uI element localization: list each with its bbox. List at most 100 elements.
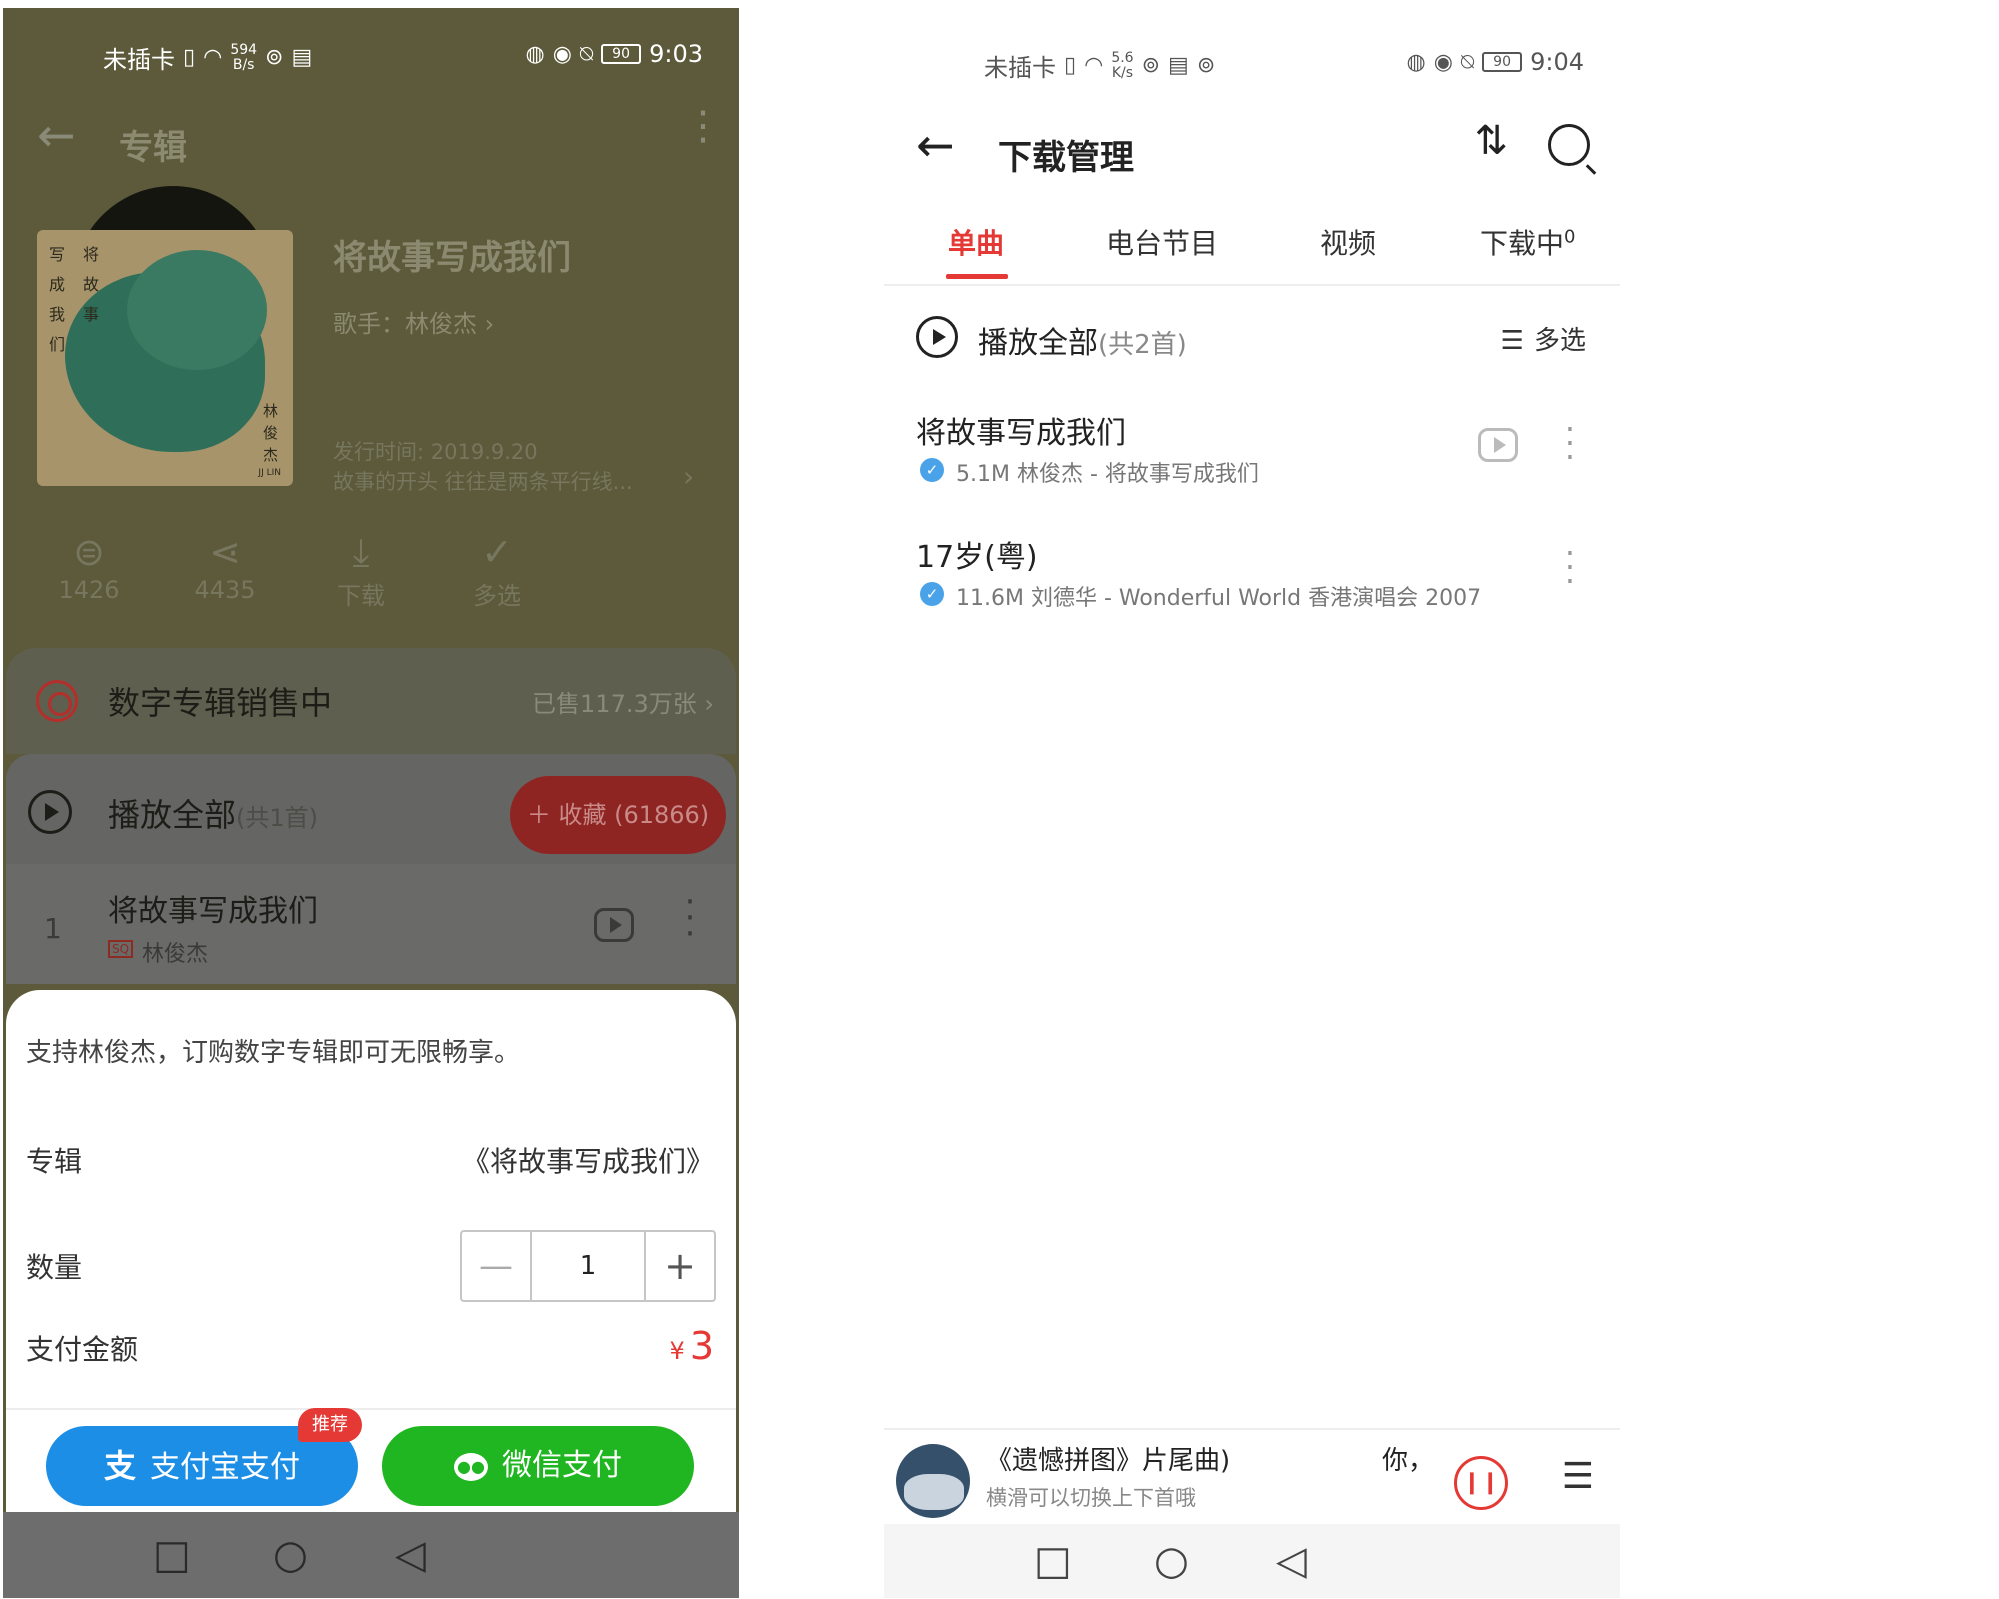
track-name: 将故事写成我们 bbox=[108, 894, 318, 929]
list-icon: ☰ bbox=[1500, 326, 1524, 356]
app-notification-icon: ⊚ bbox=[1141, 53, 1161, 78]
decrease-button[interactable]: — bbox=[462, 1232, 532, 1300]
recents-square-icon[interactable]: □ bbox=[1034, 1540, 1072, 1582]
mini-player[interactable]: 《遗憾拼图》片尾曲) 横滑可以切换上下首哦 你， ❙❙ ☰ bbox=[884, 1428, 1620, 1524]
screenshot-stage: 未插卡 ▯ ◠ 594 B/s ⊚ ▤ ◍ ◉ ⍉ 90 9:03 ← 专辑 ⋮ bbox=[0, 0, 1999, 1599]
increase-button[interactable]: + bbox=[644, 1232, 714, 1300]
quantity-value[interactable]: 1 bbox=[532, 1232, 644, 1300]
multiselect-button[interactable]: ✓ 多选 bbox=[417, 528, 577, 611]
mv-play-icon[interactable] bbox=[1478, 428, 1518, 462]
list-item[interactable]: 17岁(粤) ✓ 11.6M 刘德华 - Wonderful World 香港演… bbox=[884, 532, 1620, 642]
comment-count: 1426 bbox=[58, 576, 120, 604]
album-actions: ⊜ 1426 ⋖ 4435 ⤓ 下载 ✓ 多选 bbox=[3, 528, 739, 628]
download-tabs: 单曲 电台节目 视频 下载中0 bbox=[884, 208, 1620, 286]
back-arrow-icon[interactable]: ← bbox=[37, 108, 76, 162]
status-right: ◍ ◉ ⍉ 90 9:03 bbox=[525, 40, 703, 68]
status-left: 未插卡 ▯ ◠ 5.6 K/s ⊚ ▤ ⊚ bbox=[984, 48, 1215, 83]
recents-square-icon[interactable]: □ bbox=[153, 1534, 191, 1576]
play-all-row: 播放全部(共2首) ☰ 多选 bbox=[884, 304, 1620, 374]
recommend-badge: 推荐 bbox=[298, 1408, 362, 1442]
download-manager-screen: 未插卡 ▯ ◠ 5.6 K/s ⊚ ▤ ⊚ ◍ ◉ ⍉ 90 9:04 ← 下载… bbox=[884, 8, 1620, 1598]
quantity-stepper: — 1 + bbox=[460, 1230, 716, 1302]
song-meta: 11.6M 刘德华 - Wonderful World 香港演唱会 2007 bbox=[956, 586, 1482, 611]
system-nav-bar: □ ○ ◁ bbox=[884, 1524, 1620, 1598]
tab-downloading[interactable]: 下载中0 bbox=[1480, 222, 1575, 262]
list-item[interactable]: 将故事写成我们 ✓ 5.1M 林俊杰 - 将故事写成我们 · · · bbox=[884, 408, 1620, 518]
alipay-logo-icon: 支 bbox=[103, 1447, 136, 1485]
more-vertical-icon[interactable]: · · · bbox=[1564, 537, 1576, 597]
track-number: 1 bbox=[44, 912, 62, 945]
album-artist-link[interactable]: 歌手：林俊杰 › bbox=[333, 304, 494, 339]
speed-unit: K/s bbox=[1111, 64, 1134, 81]
mute-bell-icon: ⍉ bbox=[579, 41, 594, 67]
amount-label: 支付金额 bbox=[26, 1333, 139, 1366]
tab-videos[interactable]: 视频 bbox=[1320, 222, 1376, 262]
app-notification-icon: ⊚ bbox=[265, 45, 284, 70]
collect-button[interactable]: ＋ 收藏 (61866) bbox=[510, 776, 726, 854]
nfc-icon: ◍ bbox=[525, 41, 545, 67]
play-circle-icon[interactable] bbox=[28, 790, 72, 834]
wechat-pay-button[interactable]: ●● 微信支付 bbox=[382, 1426, 694, 1506]
eye-comfort-icon: ◉ bbox=[552, 41, 572, 67]
wechat-pay-label: 微信支付 bbox=[502, 1448, 622, 1483]
app-notification-icon-2: ⊚ bbox=[1196, 53, 1216, 78]
cover-text-col2: 将故事 bbox=[83, 245, 100, 324]
track-row[interactable]: 1 将故事写成我们 SQ 林俊杰 · · · bbox=[6, 864, 736, 984]
now-playing-title: 《遗憾拼图》片尾曲) bbox=[986, 1446, 1231, 1476]
alipay-label: 支付宝支付 bbox=[150, 1450, 300, 1485]
status-left: 未插卡 ▯ ◠ 594 B/s ⊚ ▤ bbox=[103, 40, 312, 75]
network-speed: 594 B/s bbox=[230, 42, 257, 73]
search-icon[interactable] bbox=[1548, 124, 1590, 166]
now-playing-thumbnail[interactable] bbox=[896, 1444, 970, 1518]
sold-count-text: 已售117.3万张 bbox=[532, 690, 697, 718]
album-label: 专辑 bbox=[26, 1145, 83, 1178]
album-description[interactable]: 故事的开头 往往是两条平行线... bbox=[333, 466, 663, 496]
wifi-icon: ◠ bbox=[1084, 53, 1104, 78]
play-all-row: 播放全部(共1首) ＋ 收藏 (61866) bbox=[6, 754, 736, 864]
album-cover[interactable]: 写成我们 将故事 林俊杰 JJ LIN bbox=[37, 230, 293, 486]
tab-radio[interactable]: 电台节目 bbox=[1106, 222, 1218, 262]
album-release-date: 发行时间: 2019.9.20 bbox=[333, 440, 538, 464]
sim-icon: ▯ bbox=[1064, 53, 1077, 78]
sort-icon[interactable]: ⇅ bbox=[1474, 118, 1508, 164]
back-arrow-icon[interactable]: ← bbox=[916, 118, 955, 172]
playlist-icon[interactable]: ☰ bbox=[1562, 1456, 1594, 1497]
play-circle-icon[interactable] bbox=[916, 316, 958, 358]
more-vertical-icon[interactable]: ⋮ bbox=[683, 106, 723, 146]
wifi-icon: ◠ bbox=[203, 45, 223, 70]
tab-singles[interactable]: 单曲 bbox=[948, 222, 1004, 262]
pause-button[interactable]: ❙❙ bbox=[1454, 1456, 1508, 1510]
back-triangle-icon[interactable]: ◁ bbox=[1276, 1540, 1307, 1582]
battery-icon: 90 bbox=[1482, 52, 1523, 72]
song-title: 17岁(粤) bbox=[916, 540, 1038, 575]
multiselect-label: 多选 bbox=[1533, 326, 1586, 356]
play-all-count: (共1首) bbox=[236, 804, 319, 832]
pause-icon: ❙❙ bbox=[1462, 1470, 1500, 1495]
more-vertical-icon[interactable]: · · · bbox=[1564, 413, 1576, 473]
chevron-right-icon: › bbox=[484, 310, 495, 338]
eye-comfort-icon: ◉ bbox=[1433, 49, 1453, 75]
multiselect-button[interactable]: ☰ 多选 bbox=[1501, 320, 1586, 357]
play-all-label: 播放全部 bbox=[978, 326, 1098, 361]
swipe-hint: 横滑可以切换上下首哦 bbox=[986, 1486, 1196, 1510]
description-chevron-icon[interactable]: › bbox=[683, 460, 694, 493]
home-circle-icon[interactable]: ○ bbox=[1154, 1540, 1189, 1582]
album-detail-screen: 未插卡 ▯ ◠ 594 B/s ⊚ ▤ ◍ ◉ ⍉ 90 9:03 ← 专辑 ⋮ bbox=[3, 8, 739, 1598]
multiselect-icon: ✓ bbox=[481, 530, 513, 574]
wechat-logo-icon: ●● bbox=[454, 1452, 488, 1481]
cover-text-col1: 写成我们 bbox=[49, 245, 66, 354]
play-all-button[interactable]: 播放全部(共1首) bbox=[108, 790, 318, 836]
play-all-button[interactable]: 播放全部(共2首) bbox=[978, 318, 1187, 362]
clock: 9:04 bbox=[1530, 48, 1584, 76]
mv-play-icon[interactable] bbox=[594, 908, 634, 942]
home-circle-icon[interactable]: ○ bbox=[273, 1534, 308, 1576]
cover-ink-art-2 bbox=[127, 250, 267, 370]
digital-album-sale-row[interactable]: 数字专辑销售中 已售117.3万张 › bbox=[6, 648, 736, 754]
more-vertical-icon[interactable]: · · · bbox=[684, 885, 696, 951]
song-meta: 5.1M 林俊杰 - 将故事写成我们 bbox=[956, 462, 1259, 487]
carrier-text: 未插卡 bbox=[103, 46, 175, 74]
downloading-count: 0 bbox=[1564, 226, 1576, 248]
quantity-label: 数量 bbox=[26, 1251, 83, 1284]
mute-bell-icon: ⍉ bbox=[1460, 49, 1475, 75]
back-triangle-icon[interactable]: ◁ bbox=[395, 1534, 426, 1576]
